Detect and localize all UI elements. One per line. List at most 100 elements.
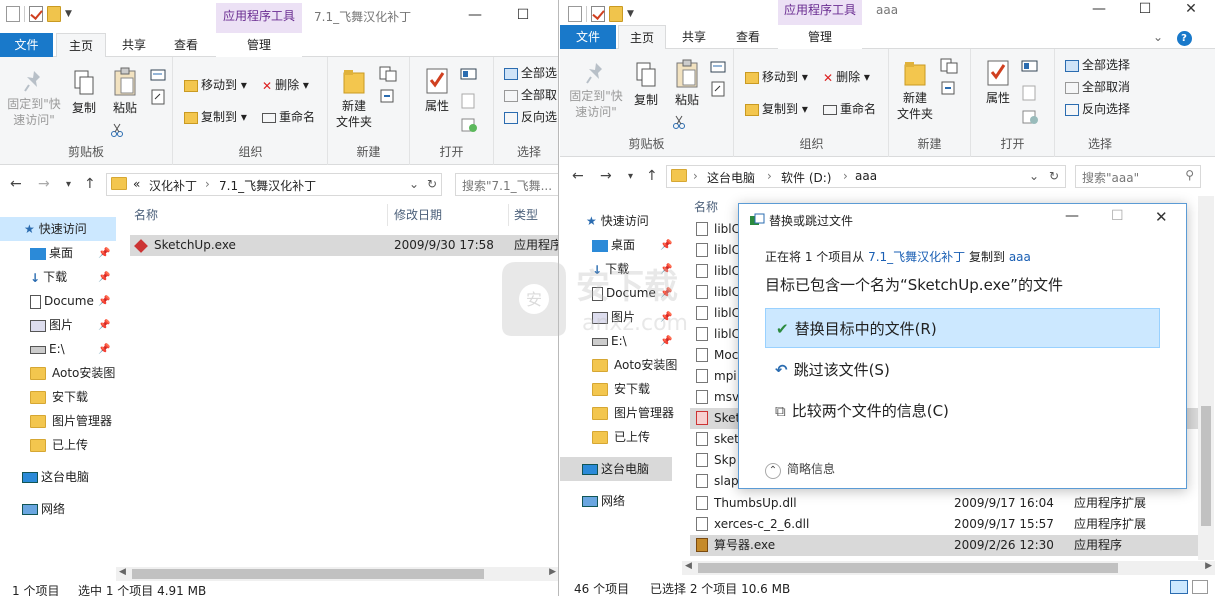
recent-locations-icon[interactable]: ▾ [628,171,633,182]
dialog-close-button[interactable]: ✕ [1155,208,1179,226]
select-all-button[interactable]: 全部选择 [1065,57,1130,73]
scroll-right-icon[interactable]: ▶ [1205,561,1212,571]
fewer-details-button[interactable]: ⌃ 简略信息 [765,460,835,479]
new-folder-icon[interactable] [609,6,623,22]
source-link[interactable]: 7.1_飞舞汉化补丁 [868,250,965,264]
properties-button[interactable]: 属性 [983,59,1013,106]
new-folder-button[interactable]: 新建 文件夹 [334,67,374,130]
cut-icon[interactable] [110,123,124,137]
copy-button[interactable]: 复制 [630,61,662,108]
invert-selection-button[interactable]: 反向选 [504,109,557,125]
easy-access-icon[interactable] [378,87,398,105]
cut-icon[interactable] [672,115,686,129]
new-folder-button[interactable]: 新建 文件夹 [895,59,935,122]
table-row[interactable]: xerces-c_2_6.dll 2009/9/17 15:57 应用程序扩展 [690,514,1198,535]
tab-manage[interactable]: 管理 [216,33,302,57]
copy-button[interactable]: 复制 [68,69,100,116]
up-button[interactable]: ↑ [646,168,658,184]
details-view-icon[interactable] [1170,580,1188,594]
nav-item-folder[interactable]: 图片管理器 [560,401,682,425]
nav-item-folder[interactable]: 安下载 [560,377,682,401]
address-bar[interactable]: « 汉化补丁 › 7.1_飞舞汉化补丁 ⌄ ↻ [106,173,442,196]
search-input[interactable]: 搜索"aaa" ⚲ [1075,165,1201,188]
minimize-button[interactable]: — [452,0,498,30]
scroll-right-icon[interactable]: ▶ [549,567,556,577]
new-item-icon[interactable] [939,57,959,75]
breadcrumb-item[interactable]: 7.1_飞舞汉化补丁 [219,177,316,194]
copy-to-button[interactable]: 复制到 ▾ [184,109,247,125]
pin-quick-access-button[interactable]: 固定到"快速访问" [564,61,628,120]
maximize-button[interactable]: ☐ [1122,0,1168,24]
nav-item-folder[interactable]: 已上传 [0,433,116,457]
tab-view[interactable]: 查看 [724,25,772,49]
nav-item-folder[interactable]: 安下载 [0,385,116,409]
select-none-button[interactable]: 全部取 [504,87,557,103]
move-to-button[interactable]: 移动到 ▾ [745,69,808,85]
copy-path-icon[interactable] [710,61,726,73]
breadcrumb-item[interactable]: aaa [855,169,877,183]
recent-locations-icon[interactable]: ▾ [66,179,71,190]
scroll-thumb[interactable] [1201,406,1211,526]
close-button[interactable]: ✕ [1168,0,1214,24]
address-dropdown-icon[interactable]: ⌄ [409,177,419,191]
help-icon[interactable]: ? [1172,25,1196,49]
move-to-button[interactable]: 移动到 ▾ [184,77,247,93]
rename-button[interactable]: 重命名 [262,109,315,125]
paste-button[interactable]: 粘贴 [108,67,142,116]
nav-item-folder[interactable]: Aoto安装图 [560,353,682,377]
back-button[interactable]: ← [572,168,584,184]
paste-button[interactable]: 粘贴 [670,59,704,108]
minimize-button[interactable]: — [1076,0,1122,24]
properties-icon[interactable] [29,6,43,22]
nav-network[interactable]: 网络 [0,497,116,521]
new-folder-icon[interactable] [47,6,61,22]
select-none-button[interactable]: 全部取消 [1065,79,1130,95]
pin-quick-access-button[interactable]: 固定到"快速访问" [4,69,64,128]
qat-dropdown-icon[interactable]: ▼ [65,9,72,19]
tab-home[interactable]: 主页 [56,33,106,58]
tab-home[interactable]: 主页 [618,25,666,50]
copy-to-button[interactable]: 复制到 ▾ [745,101,808,117]
breadcrumb-item[interactable]: 软件 (D:) [781,169,831,186]
easy-access-icon[interactable] [939,79,959,97]
column-header-type[interactable]: 类型 [514,206,538,223]
large-icons-view-icon[interactable] [1192,580,1208,594]
nav-item-folder[interactable]: 图片管理器 [0,409,116,433]
search-input[interactable]: 搜索"7.1_飞舞... [455,173,558,196]
open-icon[interactable] [1021,59,1039,73]
tab-view[interactable]: 查看 [162,33,210,57]
tab-share[interactable]: 共享 [670,25,718,49]
paste-shortcut-icon[interactable] [150,89,166,105]
table-row[interactable]: SketchUp.exe 2009/9/30 17:58 应用程序 [130,235,558,256]
destination-link[interactable]: aaa [1009,250,1031,264]
delete-button[interactable]: ✕ 删除 ▾ [823,69,870,86]
back-button[interactable]: ← [10,176,22,192]
breadcrumb-item[interactable]: 这台电脑 [707,169,755,186]
nav-this-pc[interactable]: 这台电脑 [560,457,672,481]
column-header-name[interactable]: 名称 [134,206,158,223]
horizontal-scrollbar[interactable]: ◀ ▶ [116,567,558,581]
properties-icon[interactable] [591,6,605,22]
breadcrumb-item[interactable]: 汉化补丁 [149,177,197,194]
ribbon-expand-icon[interactable]: ⌄ [1148,25,1168,49]
qat-dropdown-icon[interactable]: ▼ [627,9,634,19]
address-bar[interactable]: › 这台电脑 › 软件 (D:) › aaa ⌄ ↻ [666,165,1066,188]
select-all-button[interactable]: 全部选 [504,65,557,81]
breadcrumb-overflow[interactable]: « [133,177,140,191]
forward-button[interactable]: → [38,176,50,192]
paste-shortcut-icon[interactable] [710,81,726,97]
horizontal-scrollbar[interactable]: ◀ ▶ [682,561,1215,575]
vertical-scrollbar[interactable] [1198,196,1214,560]
skip-option[interactable]: ↶ 跳过该文件(S) [765,350,1160,390]
history-icon[interactable] [1021,109,1039,125]
nav-this-pc[interactable]: 这台电脑 [0,465,116,489]
copy-path-icon[interactable] [150,69,166,81]
refresh-icon[interactable]: ↻ [427,177,437,191]
replace-option[interactable]: ✔ 替换目标中的文件(R) [765,308,1160,348]
refresh-icon[interactable]: ↻ [1049,169,1059,183]
new-item-icon[interactable] [378,65,398,83]
invert-selection-button[interactable]: 反向选择 [1065,101,1130,117]
rename-button[interactable]: 重命名 [823,101,876,117]
table-row[interactable]: ThumbsUp.dll 2009/9/17 16:04 应用程序扩展 [690,493,1198,514]
nav-item-folder[interactable]: 已上传 [560,425,682,449]
